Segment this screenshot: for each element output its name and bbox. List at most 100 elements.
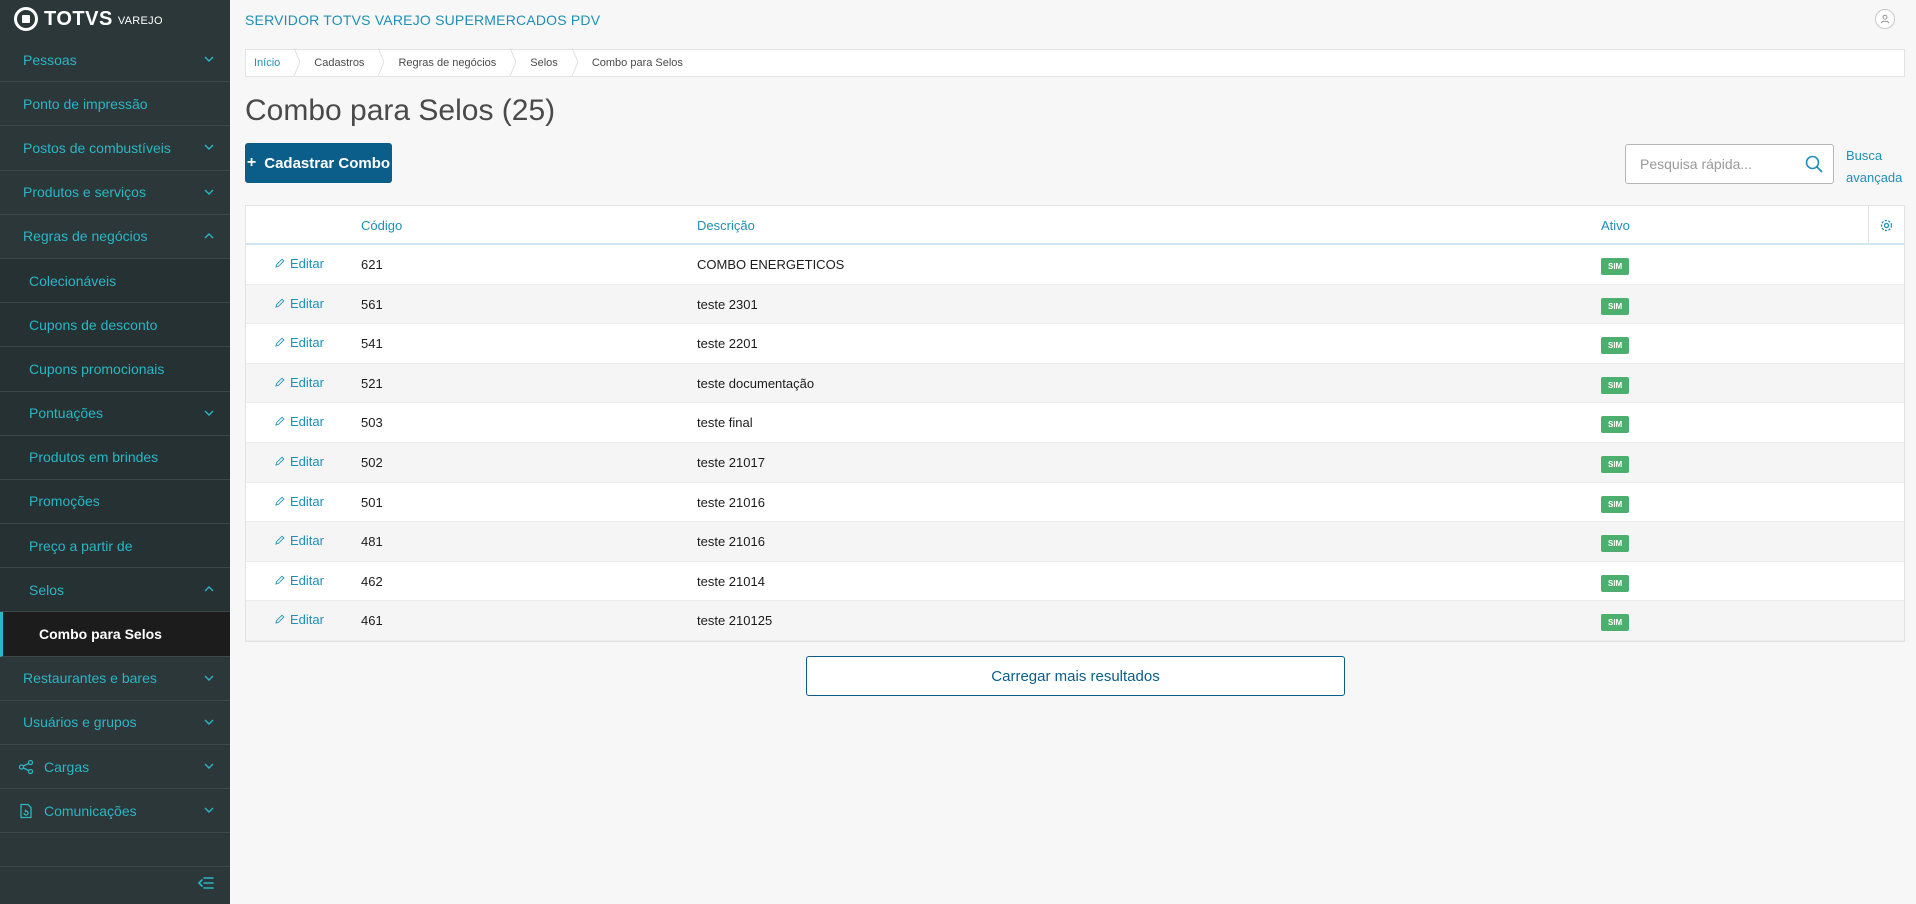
sidebar-item-content: Produtos em brindes (29, 449, 158, 465)
chevron-down-icon (204, 408, 214, 419)
cell-codigo: 561 (361, 296, 383, 312)
breadcrumb-item[interactable]: Início (254, 47, 314, 79)
edit-link[interactable]: Editar (275, 375, 324, 390)
edit-link[interactable]: Editar (275, 494, 324, 509)
collapse-menu-icon[interactable] (197, 876, 214, 895)
chevron-up-icon (204, 584, 214, 595)
advanced-search-link[interactable]: Busca avançada (1846, 145, 1902, 189)
search-icon[interactable] (1805, 155, 1823, 173)
sidebar-item-promocoes[interactable]: Promoções (0, 479, 230, 525)
chevron-down-icon (204, 142, 214, 153)
share-icon (18, 759, 34, 775)
sidebar-item-label: Usuários e grupos (23, 714, 137, 731)
table-row: Editar 481 teste 21016 SIM (246, 522, 1904, 562)
table-row: Editar 462 teste 21014 SIM (246, 562, 1904, 602)
user-avatar-icon[interactable] (1875, 9, 1895, 29)
breadcrumb-item[interactable]: Cadastros (314, 47, 398, 79)
table-row: Editar 561 teste 2301 SIM (246, 284, 1904, 325)
pencil-icon (275, 335, 285, 350)
sidebar-item-label: Postos de combustíveis (23, 139, 171, 156)
advanced-search-line2: avançada (1846, 170, 1903, 185)
sidebar-item-selos[interactable]: Selos (0, 568, 230, 613)
sidebar-item-content: Postos de combustíveis (23, 140, 171, 156)
sidebar-item-restaurantes-e-bares[interactable]: Restaurantes e bares (0, 657, 230, 701)
sidebar-item-label: Pontuações (29, 405, 103, 422)
cell-descricao: teste 21016 (697, 534, 765, 550)
sidebar-item-content: Cupons de desconto (29, 317, 157, 333)
column-header-codigo[interactable]: Código (361, 218, 402, 233)
page-title: Combo para Selos (25) (245, 94, 556, 127)
sidebar-item-content: Ponto de impressão (23, 96, 148, 112)
breadcrumb-label: Combo para Selos (591, 57, 683, 69)
sidebar-item-pessoas[interactable]: Pessoas (0, 38, 230, 83)
edit-label: Editar (290, 414, 324, 430)
edit-label: Editar (290, 335, 324, 351)
sidebar-item-combo-para-selos[interactable]: Combo para Selos (0, 612, 230, 657)
sidebar-item-usuarios-e-grupos[interactable]: Usuários e grupos (0, 701, 230, 745)
status-badge: SIM (1601, 614, 1630, 632)
sidebar-item-ponto-de-impressao[interactable]: Ponto de impressão (0, 82, 230, 127)
column-header-descricao[interactable]: Descrição (697, 218, 755, 233)
status-badge: SIM (1601, 337, 1630, 355)
edit-link[interactable]: Editar (275, 454, 324, 469)
sidebar-item-preco-a-partir-de[interactable]: Preço a partir de (0, 524, 230, 569)
column-header-ativo[interactable]: Ativo (1601, 218, 1630, 233)
chevron-down-icon (204, 805, 214, 816)
chevron-down-icon (204, 717, 214, 728)
breadcrumb-separator-icon (571, 47, 579, 79)
breadcrumb-item[interactable]: Regras de negócios (398, 47, 530, 79)
sidebar-item-postos-de-combustiveis[interactable]: Postos de combustíveis (0, 126, 230, 171)
cell-descricao: teste 21017 (697, 454, 765, 470)
sidebar-item-label: Promoções (29, 493, 100, 510)
brand-sub: VAREJO (117, 14, 163, 27)
edit-link[interactable]: Editar (275, 533, 324, 548)
sidebar: TOTVS VAREJO LojasPessoasPonto de impres… (0, 0, 230, 904)
file-sync-icon (18, 803, 34, 819)
sidebar-item-label: Pessoas (23, 51, 77, 68)
sidebar-item-produtos-em-brindes[interactable]: Produtos em brindes (0, 435, 230, 480)
table-row: Editar 621 COMBO ENERGETICOS SIM (246, 245, 1904, 285)
add-combo-button[interactable]: + Cadastrar Combo (245, 143, 392, 183)
sidebar-item-label: Cargas (44, 758, 90, 775)
sidebar-item-label: Regras de negócios (23, 228, 148, 245)
edit-link[interactable]: Editar (275, 335, 324, 350)
breadcrumb-label: Selos (530, 57, 558, 69)
quick-search-input[interactable] (1640, 156, 1800, 172)
edit-link[interactable]: Editar (275, 612, 324, 627)
edit-link[interactable]: Editar (275, 296, 324, 311)
cell-descricao: teste 2201 (697, 336, 758, 352)
sidebar-item-label: Produtos e serviços (23, 184, 146, 201)
plus-icon: + (246, 154, 257, 171)
sidebar-item-cupons-promocionais[interactable]: Cupons promocionais (0, 347, 230, 392)
sidebar-item-regras-de-negocios[interactable]: Regras de negócios (0, 215, 230, 259)
edit-link[interactable]: Editar (275, 573, 324, 588)
breadcrumb-item[interactable]: Selos (530, 47, 592, 79)
status-badge: SIM (1601, 416, 1630, 434)
add-combo-label: Cadastrar Combo (264, 154, 391, 172)
edit-link[interactable]: Editar (275, 414, 324, 429)
sidebar-item-label: Colecionáveis (29, 272, 117, 289)
sidebar-item-colecionaveis[interactable]: Colecionáveis (0, 258, 230, 304)
edit-label: Editar (290, 453, 324, 469)
edit-link[interactable]: Editar (275, 256, 324, 271)
breadcrumb-item: Combo para Selos (592, 57, 697, 69)
table-settings-icon[interactable] (1868, 206, 1904, 245)
table-row: Editar 502 teste 21017 SIM (246, 442, 1904, 483)
pencil-icon (275, 573, 285, 588)
breadcrumb-separator-icon (509, 47, 517, 79)
edit-label: Editar (290, 612, 324, 628)
edit-label: Editar (290, 295, 324, 311)
sidebar-item-label: Cupons de desconto (29, 316, 158, 333)
load-more-button[interactable]: Carregar mais resultados (806, 656, 1345, 696)
sidebar-item-comunicacoes[interactable]: Comunicações (0, 789, 230, 834)
cell-codigo: 481 (361, 534, 383, 550)
brand-logo[interactable]: TOTVS VAREJO (0, 0, 230, 38)
cell-descricao: teste 21014 (697, 573, 765, 589)
sidebar-item-produtos-e-servicos[interactable]: Produtos e serviços (0, 171, 230, 215)
cell-codigo: 541 (361, 336, 383, 352)
sidebar-item-cargas[interactable]: Cargas (0, 745, 230, 790)
breadcrumb-label: Cadastros (314, 57, 365, 69)
sidebar-item-cupons-de-desconto[interactable]: Cupons de desconto (0, 303, 230, 348)
sidebar-item-content: Combo para Selos (39, 626, 162, 642)
sidebar-item-pontuacoes[interactable]: Pontuações (0, 391, 230, 436)
